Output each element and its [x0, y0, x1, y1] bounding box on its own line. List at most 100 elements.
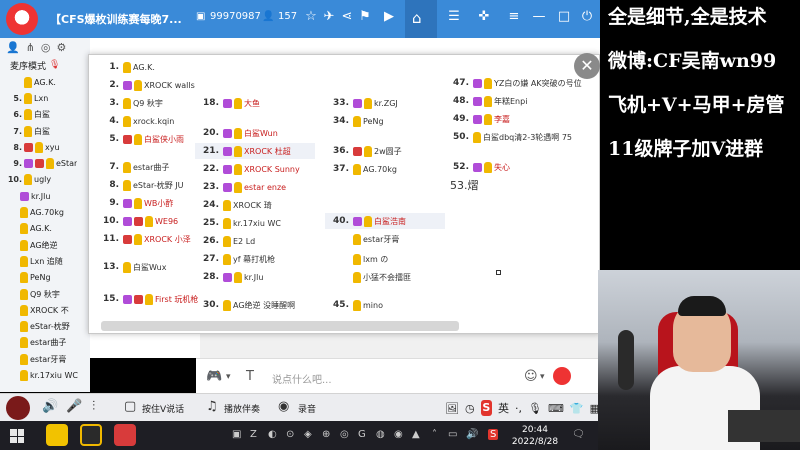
sort-mode-row[interactable]: 麦序模式 🎙 [0, 56, 90, 74]
maximize-icon[interactable]: □ [555, 9, 573, 25]
ime-language-label[interactable]: 英 [498, 400, 509, 416]
video-icon[interactable]: ▶ [380, 9, 398, 25]
network-icon[interactable]: ▭ [448, 429, 457, 440]
member-cell[interactable]: 45. mino [325, 297, 445, 313]
notification-icon[interactable]: 🗨 [572, 429, 585, 440]
user-icon[interactable]: 👤 [6, 41, 20, 54]
volume-icon[interactable]: 🔊 [466, 429, 478, 440]
tray-app-icon[interactable]: ◈ [304, 429, 312, 440]
member-cell[interactable]: 23. estar enze [195, 179, 315, 195]
list-item[interactable]: AG绝逆 [0, 237, 90, 253]
tray-app-icon[interactable]: ⊙ [286, 429, 294, 440]
power-icon[interactable]: ⏻ [578, 9, 596, 25]
app-eyes-icon[interactable] [46, 424, 68, 446]
member-cell[interactable]: 49. 李嘉 [445, 111, 595, 127]
close-popup-button[interactable]: ✕ [574, 53, 600, 79]
flag-icon[interactable]: ⚑ [356, 9, 374, 25]
nvidia-icon[interactable]: ▣ [232, 429, 241, 440]
list-item[interactable]: 7. 白鲨 [0, 123, 90, 139]
settings-icon[interactable]: ⚙ [57, 41, 67, 54]
list-item[interactable]: Lxn 追随 [0, 253, 90, 269]
member-cell[interactable]: 21. XROCK 杜超 [195, 143, 315, 159]
list-item[interactable]: AG.K. [0, 74, 90, 90]
tray-app-icon[interactable]: ⊕ [322, 429, 330, 440]
list-item[interactable]: estar牙膏 [0, 351, 90, 367]
member-cell[interactable]: 48. 年糕Enpi [445, 93, 595, 109]
sogou-ime-icon[interactable]: S [480, 400, 493, 416]
member-cell[interactable]: 37. AG.70kg [325, 161, 445, 177]
punctuation-icon[interactable]: ·, [515, 402, 522, 415]
member-cell[interactable]: lxm の [325, 251, 445, 267]
chevron-up-icon[interactable]: ˄ [432, 429, 437, 440]
member-cell[interactable]: 34. PeNg [325, 113, 445, 129]
member-cell[interactable]: 24. XROCK 琦 [195, 197, 315, 213]
text-format-icon[interactable]: T [246, 369, 254, 384]
image-icon[interactable]: 🖼 [445, 402, 459, 415]
share-icon[interactable]: ⋖ [338, 9, 356, 25]
member-cell[interactable]: 27. yf 幕打机枪 [195, 251, 315, 267]
home-button[interactable]: ⌂ [405, 0, 437, 38]
push-to-talk-icon[interactable]: ▢ [124, 399, 136, 414]
list-item[interactable]: 8. xyu [0, 139, 90, 155]
gamepad-icon[interactable]: 🎮 [206, 369, 222, 384]
member-cell[interactable]: 28. kr.Jlu [195, 269, 315, 285]
music-icon[interactable]: ♫ [206, 399, 218, 414]
app-red-icon[interactable] [114, 424, 136, 446]
windows-start-icon[interactable] [10, 429, 24, 443]
chevron-down-icon[interactable]: ▾ [226, 372, 231, 382]
list-item[interactable]: 5. Lxn [0, 90, 90, 106]
tray-app-icon[interactable]: Z [250, 429, 257, 440]
list-item[interactable]: kr.17xiu WC [0, 367, 90, 383]
record-label[interactable]: 录音 [298, 402, 316, 415]
tray-app-icon[interactable]: G [358, 429, 366, 440]
member-cell[interactable]: 50. 白鲨dbq清2-3轮遇啊 75 [445, 129, 595, 145]
member-cell[interactable]: 20. 白鲨Wun [195, 125, 315, 141]
member-cell[interactable]: 40. 白鲨浩南 [325, 213, 445, 229]
list-item[interactable]: 6. 白鲨 [0, 107, 90, 123]
menu-icon[interactable]: ≡ [505, 9, 523, 25]
play-music-label[interactable]: 播放伴奏 [224, 402, 260, 415]
microphone-icon[interactable]: 🎤 [66, 399, 82, 414]
tree-icon[interactable]: ⋔ [26, 41, 35, 54]
record-icon[interactable]: ◉ [278, 399, 289, 414]
airplane-icon[interactable]: ✈ [320, 9, 338, 25]
minimize-icon[interactable]: — [530, 9, 548, 25]
member-cell[interactable]: 36. 2w圆子 [325, 143, 445, 159]
ime-toolbar[interactable]: 🖼 ◷ S 英 ·, 🎙 ⌨ 👕 ▦ [445, 398, 600, 418]
list-item[interactable]: Q9 秋宇 [0, 286, 90, 302]
horizontal-scrollbar[interactable] [101, 321, 459, 331]
list-item[interactable]: kr.Jlu [0, 188, 90, 204]
list-item[interactable]: eStar-枕野 [0, 318, 90, 334]
list-item[interactable]: 9. eStar [0, 155, 90, 171]
clock-icon[interactable]: ◷ [465, 402, 475, 415]
system-clock[interactable]: 20:44 2022/8/28 [510, 424, 560, 448]
member-cell[interactable]: 26. E2 Ld [195, 233, 315, 249]
member-cell[interactable]: 22. XROCK Sunny [195, 161, 315, 177]
member-cell[interactable]: 1. AG.K. [95, 59, 215, 75]
member-cell[interactable]: 小猛不会擂匪 [325, 269, 445, 285]
tray-app-icon[interactable]: ▲ [412, 429, 420, 440]
avatar[interactable] [6, 396, 30, 420]
voice-input-icon[interactable]: 🎙 [528, 402, 542, 415]
list-item[interactable]: 10. ugly [0, 172, 90, 188]
list-icon[interactable]: ☰ [445, 9, 463, 25]
tray-app-icon[interactable]: ◎ [340, 429, 349, 440]
member-cell[interactable]: 52. 失心 [445, 159, 595, 175]
tray-app-icon[interactable]: ◐ [268, 429, 277, 440]
mixer-icon[interactable]: ⫶ [92, 399, 95, 414]
gift-icon[interactable] [553, 367, 571, 385]
skin-icon[interactable]: 👕 [570, 402, 584, 415]
keyboard-icon[interactable]: ⌨ [548, 402, 564, 415]
member-cell[interactable]: 25. kr.17xiu WC [195, 215, 315, 231]
sogou-tray-icon[interactable]: S [488, 429, 499, 440]
list-item[interactable]: XROCK 不 [0, 302, 90, 318]
list-item[interactable]: PeNg [0, 270, 90, 286]
chevron-down-icon[interactable]: ▾ [540, 372, 545, 382]
speaker-icon[interactable]: 🔊 [42, 399, 58, 414]
chat-input[interactable]: 说点什么吧... [272, 371, 332, 386]
favorite-star-icon[interactable]: ☆ [302, 9, 320, 25]
app-g-icon[interactable] [80, 424, 102, 446]
tray-app-icon[interactable]: ◍ [376, 429, 385, 440]
list-item[interactable]: AG.70kg [0, 204, 90, 220]
list-item[interactable]: estar曲子 [0, 335, 90, 351]
